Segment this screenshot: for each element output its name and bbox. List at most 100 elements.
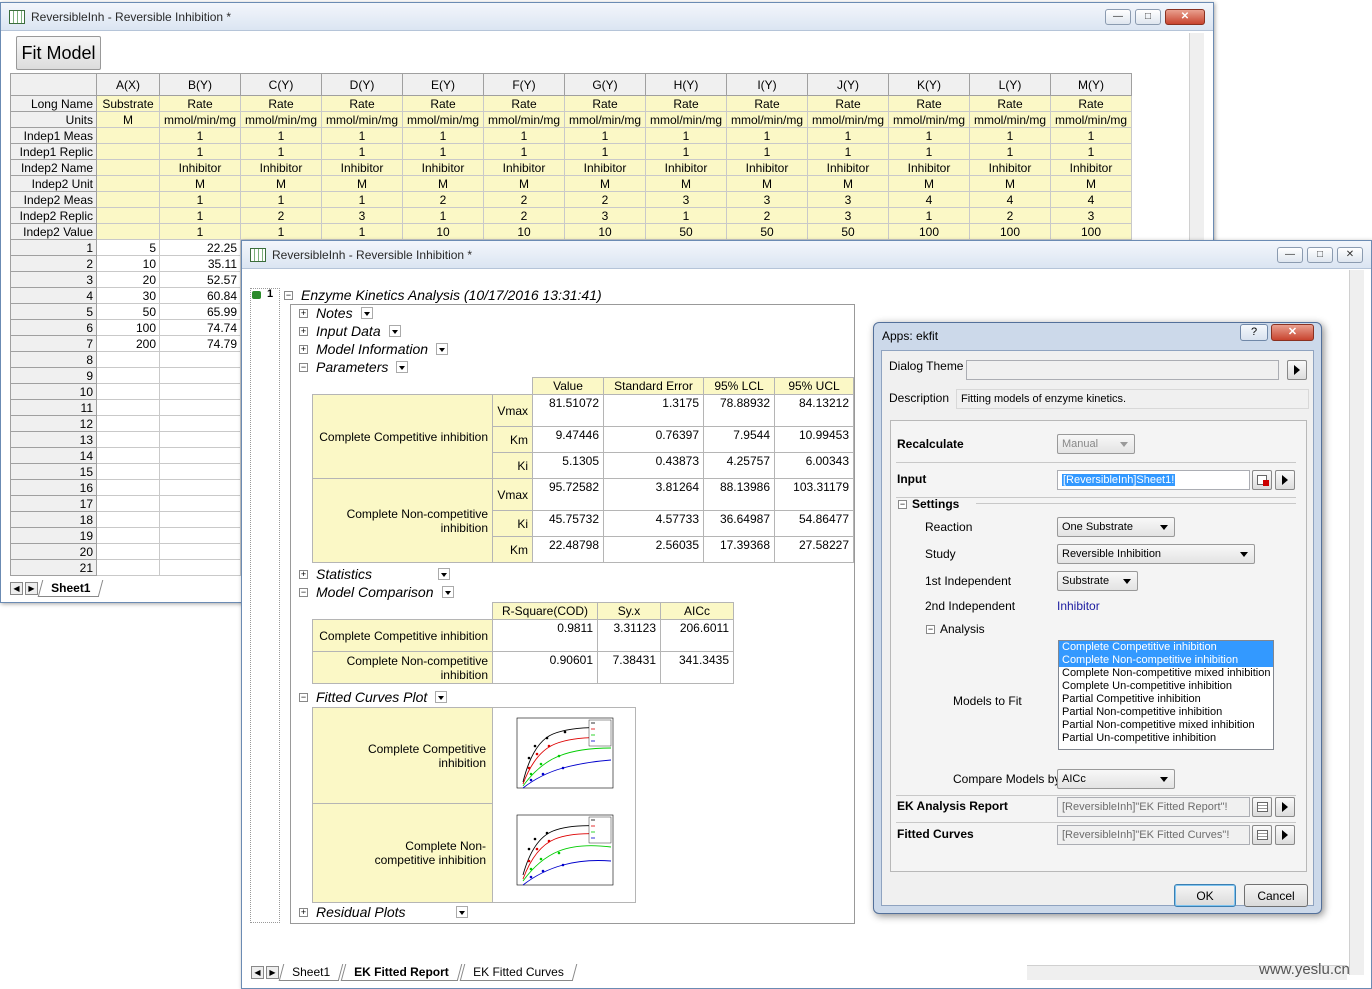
- label-cell[interactable]: 10: [483, 223, 565, 240]
- column-header[interactable]: H(Y): [645, 73, 727, 96]
- label-cell[interactable]: 3: [564, 207, 646, 224]
- list-item[interactable]: Partial Un-competitive inhibition: [1059, 732, 1273, 745]
- report-options-button[interactable]: [1252, 797, 1272, 817]
- column-header[interactable]: B(Y): [159, 73, 241, 96]
- collapse-icon[interactable]: −: [299, 587, 308, 597]
- label-cell[interactable]: Rate: [807, 95, 889, 112]
- theme-menu-button[interactable]: [1287, 360, 1307, 380]
- label-cell[interactable]: M: [240, 175, 322, 192]
- node-model-comparison[interactable]: − Model Comparison: [299, 584, 454, 600]
- list-item[interactable]: Complete Un-competitive inhibition: [1059, 680, 1273, 693]
- tab-next-icon[interactable]: ▶: [25, 581, 38, 595]
- row-label[interactable]: Indep2 Name: [10, 159, 97, 176]
- label-cell[interactable]: 1: [321, 191, 403, 208]
- dropdown-icon[interactable]: [441, 586, 454, 598]
- label-cell[interactable]: 1: [969, 143, 1051, 160]
- tab-sheet1[interactable]: Sheet1: [37, 579, 104, 597]
- label-cell[interactable]: M: [96, 111, 160, 128]
- data-cell[interactable]: [159, 479, 241, 496]
- label-cell[interactable]: 1: [1050, 143, 1132, 160]
- row-header[interactable]: 9: [10, 367, 97, 384]
- data-cell[interactable]: [96, 431, 160, 448]
- label-cell[interactable]: Inhibitor: [807, 159, 889, 176]
- label-cell[interactable]: 1: [321, 223, 403, 240]
- curves-field[interactable]: [ReversibleInh]"EK Fitted Curves"!: [1057, 825, 1250, 845]
- label-cell[interactable]: 2: [564, 191, 646, 208]
- label-cell[interactable]: 1: [159, 207, 241, 224]
- label-cell[interactable]: M: [159, 175, 241, 192]
- data-cell[interactable]: [96, 543, 160, 560]
- label-cell[interactable]: Substrate: [96, 95, 160, 112]
- value-cell[interactable]: 36.64987: [703, 510, 775, 537]
- row-header[interactable]: 7: [10, 335, 97, 352]
- column-header[interactable]: L(Y): [969, 73, 1051, 96]
- row-header[interactable]: 21: [10, 559, 97, 576]
- label-cell[interactable]: mmol/min/mg: [240, 111, 322, 128]
- minimize-button[interactable]: —: [1105, 8, 1131, 25]
- close-button[interactable]: ✕: [1165, 8, 1205, 25]
- label-cell[interactable]: mmol/min/mg: [969, 111, 1051, 128]
- label-cell[interactable]: 10: [402, 223, 484, 240]
- label-cell[interactable]: 1: [483, 127, 565, 144]
- value-cell[interactable]: 0.43873: [603, 452, 704, 479]
- label-cell[interactable]: 1: [240, 223, 322, 240]
- report-field[interactable]: [ReversibleInh]"EK Fitted Report"!: [1057, 797, 1250, 817]
- expand-icon[interactable]: +: [299, 326, 308, 336]
- label-cell[interactable]: 2: [726, 207, 808, 224]
- label-cell[interactable]: [96, 159, 160, 176]
- list-item[interactable]: Partial Non-competitive mixed inhibition: [1059, 719, 1273, 732]
- label-cell[interactable]: 1: [726, 127, 808, 144]
- label-cell[interactable]: 1: [159, 223, 241, 240]
- data-cell[interactable]: [96, 367, 160, 384]
- label-cell[interactable]: mmol/min/mg: [483, 111, 565, 128]
- label-cell[interactable]: Rate: [240, 95, 322, 112]
- value-cell[interactable]: 1.3175: [603, 394, 704, 427]
- label-cell[interactable]: 1: [240, 191, 322, 208]
- cancel-button[interactable]: Cancel: [1244, 884, 1308, 907]
- label-cell[interactable]: 1: [240, 143, 322, 160]
- maximize-button[interactable]: □: [1307, 246, 1333, 263]
- data-cell[interactable]: [96, 511, 160, 528]
- label-cell[interactable]: Rate: [969, 95, 1051, 112]
- dropdown-icon[interactable]: [396, 361, 409, 373]
- label-cell[interactable]: 1: [726, 143, 808, 160]
- row-header[interactable]: 16: [10, 479, 97, 496]
- label-cell[interactable]: 3: [321, 207, 403, 224]
- label-cell[interactable]: 1: [807, 143, 889, 160]
- label-cell[interactable]: 50: [645, 223, 727, 240]
- expand-icon[interactable]: +: [299, 344, 308, 354]
- collapse-icon[interactable]: −: [299, 362, 308, 372]
- data-cell[interactable]: 5: [96, 239, 160, 256]
- value-cell[interactable]: 206.6011: [660, 619, 734, 652]
- label-cell[interactable]: M: [483, 175, 565, 192]
- list-item[interactable]: Complete Competitive inhibition: [1059, 641, 1273, 654]
- label-cell[interactable]: Inhibitor: [969, 159, 1051, 176]
- data-cell[interactable]: 30: [96, 287, 160, 304]
- label-cell[interactable]: Inhibitor: [159, 159, 241, 176]
- list-item[interactable]: Partial Competitive inhibition: [1059, 693, 1273, 706]
- row-header[interactable]: 14: [10, 447, 97, 464]
- data-cell[interactable]: 10: [96, 255, 160, 272]
- node-notes[interactable]: + Notes: [299, 305, 373, 321]
- tab-prev-icon[interactable]: ◀: [251, 965, 264, 979]
- label-cell[interactable]: Inhibitor: [564, 159, 646, 176]
- data-cell[interactable]: 100: [96, 319, 160, 336]
- indep1-combo[interactable]: Substrate: [1057, 571, 1138, 591]
- column-header[interactable]: G(Y): [564, 73, 646, 96]
- data-cell[interactable]: [159, 399, 241, 416]
- label-cell[interactable]: 4: [1050, 191, 1132, 208]
- data-cell[interactable]: 65.99: [159, 303, 241, 320]
- row-header[interactable]: 8: [10, 351, 97, 368]
- label-cell[interactable]: Rate: [159, 95, 241, 112]
- data-cell[interactable]: 74.79: [159, 335, 241, 352]
- row-header[interactable]: 20: [10, 543, 97, 560]
- label-cell[interactable]: Inhibitor: [321, 159, 403, 176]
- data-cell[interactable]: [159, 559, 241, 576]
- label-cell[interactable]: 1: [888, 207, 970, 224]
- value-cell[interactable]: 0.9811: [492, 619, 598, 652]
- row-header[interactable]: 4: [10, 287, 97, 304]
- data-cell[interactable]: [159, 543, 241, 560]
- tab-ek-fitted-report[interactable]: EK Fitted Report: [340, 963, 462, 981]
- label-cell[interactable]: 1: [159, 191, 241, 208]
- label-cell[interactable]: 3: [807, 207, 889, 224]
